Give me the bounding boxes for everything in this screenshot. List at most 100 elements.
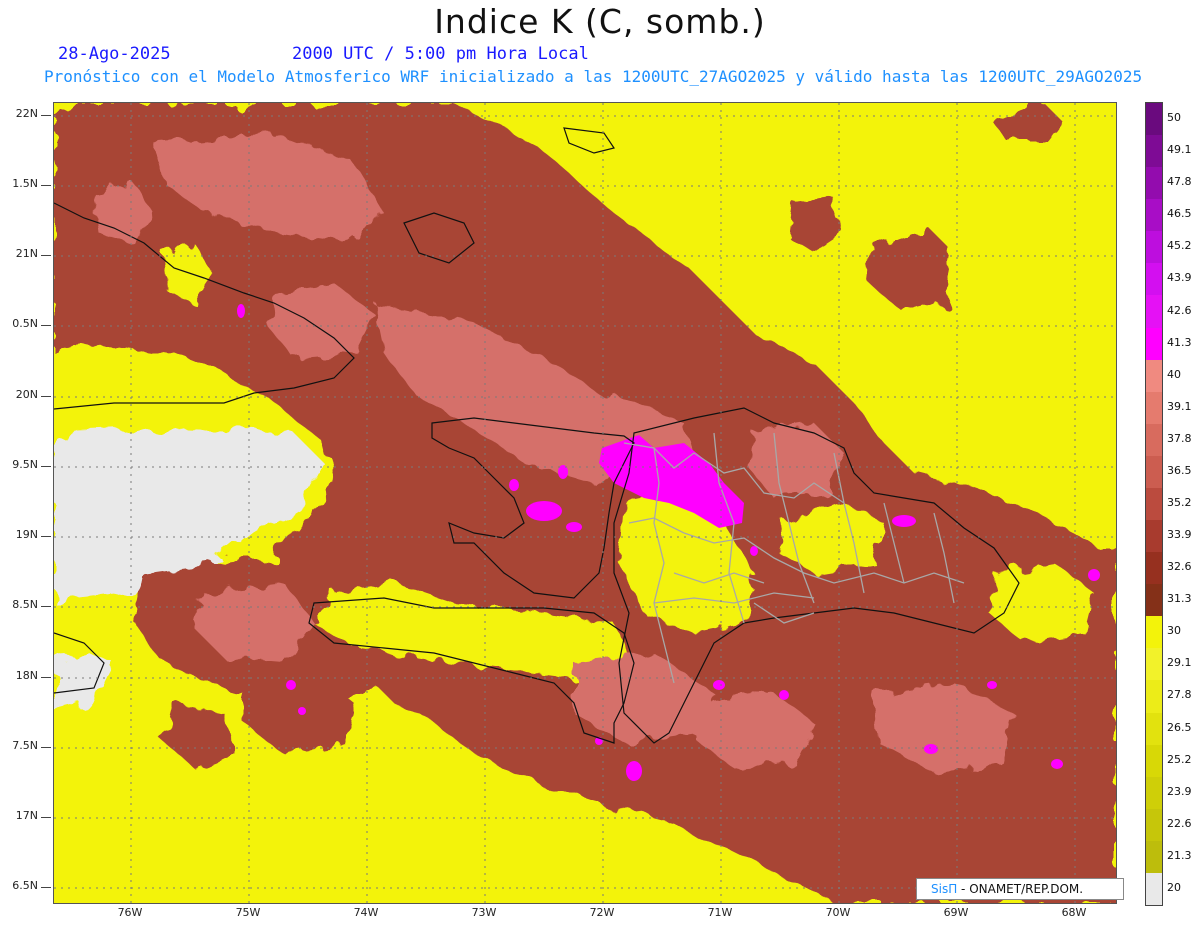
colorbar-cell [1146, 744, 1162, 778]
colorbar-level-label: 43.9 [1167, 271, 1192, 285]
forecast-subtitle: Pronóstico con el Modelo Atmosferico WRF… [44, 67, 1143, 86]
latitude-label: 22N [15, 107, 38, 120]
colorbar-cell [1146, 359, 1162, 393]
colorbar-level-label: 46.5 [1167, 207, 1192, 221]
k-magenta-cell [713, 680, 725, 690]
colorbar-cell [1146, 327, 1162, 361]
forecast-time: 2000 UTC / 5:00 pm Hora Local [292, 44, 589, 64]
k-magenta-cell [987, 681, 997, 689]
latitude-tick [41, 466, 51, 467]
k-magenta-cell [237, 304, 245, 318]
colorbar-level-label: 39.1 [1167, 399, 1192, 413]
k-magenta-cell [1088, 569, 1100, 581]
colorbar-level-label: 50 [1167, 111, 1181, 125]
credit-box: SisΠ - ONAMET/REP.DOM. [916, 878, 1124, 900]
k-magenta-cell [892, 515, 916, 527]
colorbar-level-label: 41.3 [1167, 335, 1192, 349]
latitude-label: 17N [15, 809, 38, 822]
colorbar-cell [1146, 487, 1162, 521]
latitude-label: 19N [15, 528, 38, 541]
colorbar-level-label: 23.9 [1167, 784, 1192, 798]
colorbar-cell [1146, 680, 1162, 714]
colorbar-cell [1146, 616, 1162, 649]
colorbar-cell [1146, 263, 1162, 296]
latitude-label: 1.5N [12, 177, 38, 190]
colorbar-level-label: 26.5 [1167, 720, 1192, 734]
longitude-label: 68W [1061, 906, 1087, 919]
colorbar-level-label: 42.6 [1167, 303, 1192, 317]
colorbar-level-label: 31.3 [1167, 592, 1192, 606]
colorbar-level-label: 36.5 [1167, 463, 1192, 477]
latitude-tick [41, 887, 51, 888]
colorbar-cell [1146, 295, 1162, 329]
colorbar-cell [1146, 712, 1162, 746]
colorbar-level-label: 47.8 [1167, 175, 1192, 189]
longitude-label: 70W [825, 906, 851, 919]
colorbar-level-label: 40 [1167, 367, 1181, 381]
latitude-tick [41, 536, 51, 537]
latitude-tick [41, 185, 51, 186]
colorbar-cell [1146, 423, 1162, 457]
latitude-label: 0.5N [12, 317, 38, 330]
colorbar-level-label: 25.2 [1167, 752, 1192, 766]
latitude-label: 9.5N [12, 458, 38, 471]
longitude-label: 69W [943, 906, 969, 919]
colorbar-cell [1146, 135, 1162, 168]
latitude-label: 21N [15, 247, 38, 260]
latitude-label: 7.5N [12, 739, 38, 752]
colorbar-cell [1146, 648, 1162, 681]
map-title: Indice K (C, somb.) [434, 2, 766, 41]
colorbar-cell [1146, 455, 1162, 489]
longitude-label: 74W [353, 906, 379, 919]
colorbar-level-label: 35.2 [1167, 496, 1192, 509]
colorbar-cell [1146, 199, 1162, 232]
k-magenta-cell [924, 744, 938, 754]
longitude-label: 72W [589, 906, 615, 919]
latitude-label: 8.5N [12, 598, 38, 611]
colorbar-level-label: 45.2 [1167, 239, 1192, 253]
colorbar-level-label: 30 [1167, 624, 1181, 638]
colorbar-level-label: 27.8 [1167, 688, 1192, 702]
k-magenta-cell [750, 546, 758, 556]
k-magenta-cell [626, 761, 642, 781]
k-magenta-cell [566, 522, 582, 532]
longitude-label: 75W [235, 906, 261, 919]
latitude-tick [41, 255, 51, 256]
colorbar-cell [1146, 840, 1162, 874]
sispi-logo-text: SisΠ [931, 882, 958, 896]
colorbar-cell [1146, 231, 1162, 264]
colorbar-cell [1146, 552, 1162, 585]
k-magenta-cell [298, 707, 306, 715]
colorbar-cell [1146, 808, 1162, 842]
latitude-tick [41, 677, 51, 678]
longitude-label: 71W [707, 906, 733, 919]
k-index-map [53, 102, 1117, 904]
forecast-date: 28-Ago-2025 [58, 44, 171, 64]
k-magenta-cell [509, 479, 519, 491]
colorbar-level-label: 29.1 [1167, 656, 1192, 670]
k-magenta-cell [779, 690, 789, 700]
latitude-tick [41, 115, 51, 116]
colorbar-cell [1146, 391, 1162, 425]
colorbar-cell [1146, 167, 1162, 200]
colorbar-cell [1146, 872, 1162, 906]
k-magenta-cell [286, 680, 296, 690]
k-magenta-cell [526, 501, 562, 521]
colorbar-level-label: 49.1 [1167, 143, 1192, 157]
colorbar-cell [1146, 520, 1162, 553]
latitude-label: 6.5N [12, 879, 38, 892]
colorbar-cell [1146, 776, 1162, 810]
colorbar-cell [1146, 103, 1162, 136]
colorbar-level-label: 20 [1167, 880, 1181, 894]
credit-org: - ONAMET/REP.DOM. [957, 882, 1084, 896]
latitude-tick [41, 817, 51, 818]
k-magenta-cell [1051, 759, 1063, 769]
colorbar-level-label: 37.8 [1167, 431, 1192, 445]
latitude-tick [41, 396, 51, 397]
colorbar-cell [1146, 584, 1162, 617]
latitude-tick [41, 606, 51, 607]
latitude-label: 20N [15, 388, 38, 401]
latitude-tick [41, 747, 51, 748]
colorbar-level-label: 32.6 [1167, 560, 1192, 574]
colorbar-level-label: 33.9 [1167, 528, 1192, 542]
